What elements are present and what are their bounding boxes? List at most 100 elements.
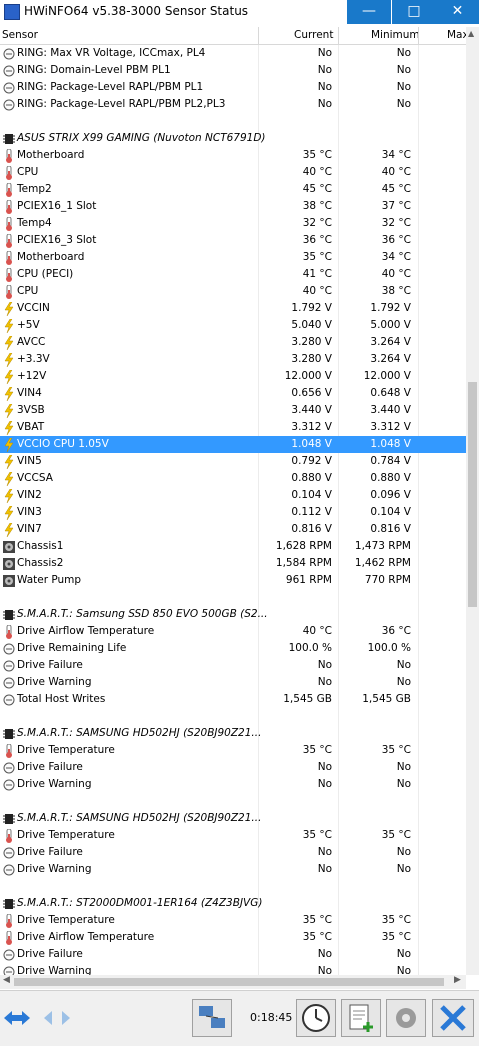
sensor-row[interactable]: CPU 40 °C 38 °C 4 bbox=[0, 283, 466, 300]
sensor-row[interactable]: VIN5 0.792 V 0.784 V 0.7 bbox=[0, 453, 466, 470]
network-button[interactable] bbox=[192, 999, 232, 1037]
sensor-group-header[interactable]: S.M.A.R.T.: SAMSUNG HD502HJ (S20BJ90Z21.… bbox=[0, 725, 466, 742]
sensor-row[interactable]: Drive Failure No No bbox=[0, 657, 466, 674]
vertical-scrollbar[interactable]: ▲ bbox=[466, 27, 479, 975]
sensor-row[interactable]: Drive Airflow Temperature 40 °C 36 °C 4 bbox=[0, 623, 466, 640]
minimum-value: No bbox=[396, 778, 411, 790]
sensor-row[interactable]: Drive Failure No No bbox=[0, 946, 466, 963]
maximum-value: 3.4 bbox=[438, 402, 466, 419]
sensor-row[interactable]: VBAT 3.312 V 3.312 V 3.3 bbox=[0, 419, 466, 436]
thermometer-icon bbox=[3, 828, 15, 843]
column-header-maximum[interactable]: Maximum bbox=[447, 29, 466, 41]
sensor-row[interactable]: +3.3V 3.280 V 3.264 V 3.2 bbox=[0, 351, 466, 368]
sensor-row[interactable]: VCCIN 1.792 V 1.792 V 1.7 bbox=[0, 300, 466, 317]
sensor-group-header[interactable]: ASUS STRIX X99 GAMING (Nuvoton NCT6791D) bbox=[0, 130, 466, 147]
sensor-label: Drive Failure bbox=[17, 846, 83, 858]
sensor-row[interactable]: Drive Warning No No bbox=[0, 861, 466, 878]
scroll-right-arrow-icon[interactable]: ▶ bbox=[454, 975, 461, 985]
sensor-row[interactable]: VCCIO CPU 1.05V 1.048 V 1.048 V 1.0 bbox=[0, 436, 466, 453]
current-value: 40 °C bbox=[302, 285, 332, 297]
scroll-left-arrow-icon[interactable]: ◀ bbox=[3, 975, 10, 985]
horizontal-scroll-thumb[interactable] bbox=[14, 978, 444, 986]
sensor-row[interactable]: Motherboard 35 °C 34 °C 3 bbox=[0, 249, 466, 266]
sensor-row[interactable]: VIN4 0.656 V 0.648 V 0.6 bbox=[0, 385, 466, 402]
column-header-current[interactable]: Current bbox=[294, 29, 333, 41]
sensor-row[interactable]: AVCC 3.280 V 3.264 V 3.2 bbox=[0, 334, 466, 351]
column-header-bar: Sensor Current Minimum Maximum bbox=[0, 27, 470, 45]
clock-button[interactable] bbox=[296, 999, 336, 1037]
sensor-row[interactable]: RING: Max VR Voltage, ICCmax, PL4 No No bbox=[0, 45, 466, 62]
sensor-row[interactable]: VIN7 0.816 V 0.816 V 0.8 bbox=[0, 521, 466, 538]
sensor-row[interactable]: +12V 12.000 V 12.000 V 12.0 bbox=[0, 368, 466, 385]
thermometer-icon bbox=[3, 284, 15, 299]
network-icon bbox=[199, 1006, 225, 1028]
status-icon bbox=[3, 47, 15, 60]
sensor-row[interactable]: RING: Package-Level RAPL/PBM PL1 No No bbox=[0, 79, 466, 96]
sensor-label: VCCIO CPU 1.05V bbox=[17, 438, 109, 450]
sensor-row[interactable]: Drive Airflow Temperature 35 °C 35 °C bbox=[0, 929, 466, 946]
settings-button[interactable] bbox=[386, 999, 426, 1037]
sensor-row[interactable]: Drive Failure No No bbox=[0, 844, 466, 861]
sensor-group-header[interactable]: S.M.A.R.T.: SAMSUNG HD502HJ (S20BJ90Z21.… bbox=[0, 810, 466, 827]
sensor-row[interactable]: 3VSB 3.440 V 3.440 V 3.4 bbox=[0, 402, 466, 419]
sensor-group-header[interactable]: S.M.A.R.T.: Samsung SSD 850 EVO 500GB (S… bbox=[0, 606, 466, 623]
sensor-row[interactable]: Drive Warning No No bbox=[0, 776, 466, 793]
sensor-row[interactable]: RING: Domain-Level PBM PL1 No No bbox=[0, 62, 466, 79]
sensor-row[interactable]: Chassis2 1,584 RPM 1,462 RPM 1,826 bbox=[0, 555, 466, 572]
sensor-row[interactable]: Motherboard 35 °C 34 °C 4 bbox=[0, 147, 466, 164]
sensor-row[interactable]: Drive Temperature 35 °C 35 °C bbox=[0, 742, 466, 759]
maximize-button[interactable]: □ bbox=[392, 0, 436, 24]
sensor-row[interactable]: VIN3 0.112 V 0.104 V 0.1 bbox=[0, 504, 466, 521]
sensor-row[interactable]: CPU (PECI) 41 °C 40 °C 4 bbox=[0, 266, 466, 283]
vertical-scroll-thumb[interactable] bbox=[468, 382, 477, 607]
minimum-value: 37 °C bbox=[381, 200, 411, 212]
collapse-button[interactable] bbox=[42, 1007, 72, 1029]
add-report-button[interactable] bbox=[341, 999, 381, 1037]
sensor-label: CPU (PECI) bbox=[17, 268, 74, 280]
sensor-row[interactable]: Temp2 45 °C 45 °C 4 bbox=[0, 181, 466, 198]
sensor-row[interactable]: VCCSA 0.880 V 0.880 V 0.8 bbox=[0, 470, 466, 487]
sensor-row[interactable]: Drive Remaining Life 100.0 % 100.0 % 100 bbox=[0, 640, 466, 657]
close-window-button[interactable]: ✕ bbox=[436, 0, 479, 24]
column-header-minimum[interactable]: Minimum bbox=[371, 29, 420, 41]
sensor-label: 3VSB bbox=[17, 404, 45, 416]
sensor-list[interactable]: RING: Max VR Voltage, ICCmax, PL4 No No RIN… bbox=[0, 45, 466, 975]
sensor-row[interactable]: Total Host Writes 1,545 GB 1,545 GB 1,5 bbox=[0, 691, 466, 708]
maximum-value: 1.0 bbox=[438, 436, 466, 453]
sensor-row[interactable]: Chassis1 1,628 RPM 1,473 RPM 1,896 bbox=[0, 538, 466, 555]
maximum-value: 0.8 bbox=[438, 470, 466, 487]
sensor-row[interactable]: CPU 40 °C 40 °C 4 bbox=[0, 164, 466, 181]
sensor-row[interactable]: Temp4 32 °C 32 °C 3 bbox=[0, 215, 466, 232]
sensor-row[interactable]: +5V 5.040 V 5.000 V 5.0 bbox=[0, 317, 466, 334]
sensor-row[interactable]: Drive Warning No No bbox=[0, 963, 466, 975]
horizontal-scrollbar[interactable]: ◀ ▶ bbox=[0, 975, 466, 989]
maximum-value: 5.0 bbox=[438, 317, 466, 334]
sensor-row[interactable]: Drive Temperature 35 °C 35 °C bbox=[0, 827, 466, 844]
sensor-label: AVCC bbox=[17, 336, 46, 348]
sensor-row[interactable]: PCIEX16_3 Slot 36 °C 36 °C 3 bbox=[0, 232, 466, 249]
sensor-row[interactable]: VIN2 0.104 V 0.096 V 0.1 bbox=[0, 487, 466, 504]
sensor-label: RING: Package-Level RAPL/PBM PL1 bbox=[17, 81, 204, 93]
status-icon bbox=[3, 965, 15, 975]
sensor-row[interactable]: Drive Warning No No bbox=[0, 674, 466, 691]
scroll-up-arrow-icon[interactable]: ▲ bbox=[468, 29, 474, 38]
blank-row bbox=[0, 113, 466, 130]
minimum-value: 34 °C bbox=[381, 251, 411, 263]
sensor-row[interactable]: PCIEX16_1 Slot 38 °C 37 °C 3 bbox=[0, 198, 466, 215]
current-value: 35 °C bbox=[302, 149, 332, 161]
sensor-label: +3.3V bbox=[17, 353, 50, 365]
navigate-left-right-button[interactable] bbox=[2, 1007, 32, 1029]
sensor-label: Drive Airflow Temperature bbox=[17, 625, 155, 637]
exit-button[interactable] bbox=[432, 999, 474, 1037]
minimum-value: 1,545 GB bbox=[362, 693, 411, 705]
minimum-value: 770 RPM bbox=[364, 574, 411, 586]
column-header-sensor[interactable]: Sensor bbox=[2, 29, 38, 41]
sensor-row[interactable]: Drive Failure No No bbox=[0, 759, 466, 776]
current-value: 5.040 V bbox=[291, 319, 332, 331]
sensor-row[interactable]: Water Pump 961 RPM 770 RPM 967 bbox=[0, 572, 466, 589]
sensor-group-header[interactable]: S.M.A.R.T.: ST2000DM001-1ER164 (Z4Z3BJVG… bbox=[0, 895, 466, 912]
minimum-value: No bbox=[396, 47, 411, 59]
sensor-row[interactable]: Drive Temperature 35 °C 35 °C bbox=[0, 912, 466, 929]
minimize-button[interactable]: — bbox=[347, 0, 391, 24]
sensor-row[interactable]: RING: Package-Level RAPL/PBM PL2,PL3 No No bbox=[0, 96, 466, 113]
